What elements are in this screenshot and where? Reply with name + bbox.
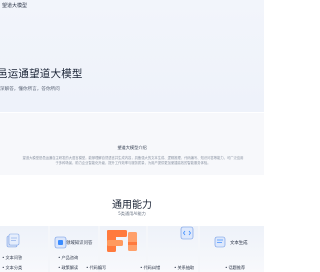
hero-banner xyxy=(0,0,264,112)
text-gen-icon xyxy=(214,236,226,248)
intro-section xyxy=(0,113,264,175)
card-5-label: 文本生成 xyxy=(230,241,248,246)
card-2-item-1: 产品咨询 xyxy=(58,255,78,261)
card-1-item-1: 文本问答 xyxy=(2,255,22,261)
hero-subtitle: 深解答，懂你所言，答你所问 xyxy=(0,87,60,92)
orange-logo-icon xyxy=(107,230,137,252)
card-3-item-2: 代码编写 xyxy=(86,265,106,271)
card-2-label: 领域知识问答 xyxy=(66,241,93,246)
nav-title: 望道大模型 xyxy=(2,3,28,9)
card-2-item-2: 政策解读 xyxy=(58,265,78,271)
card-4-item-2: 代码纠错 xyxy=(140,265,160,271)
capabilities-title: 通用能力 xyxy=(112,200,152,211)
hero-title: 邑运通望道大模型 xyxy=(0,68,83,80)
card-5-item-1: 关系抽取 xyxy=(174,265,194,271)
intro-title: 望道大模型介绍 xyxy=(117,145,147,150)
document-stack-icon xyxy=(6,233,20,248)
card-5-item-3: 话题推荐 xyxy=(225,265,245,271)
code-block-icon xyxy=(180,226,194,240)
capabilities-subtitle: 5类通用AI能力 xyxy=(118,211,146,216)
intro-text: 望道大模型是邑运通自主研发的大语言模型，能够理解自然语言并生成内容，具备强大的文… xyxy=(22,156,244,165)
card-1-item-2: 文本分类 xyxy=(2,265,22,271)
